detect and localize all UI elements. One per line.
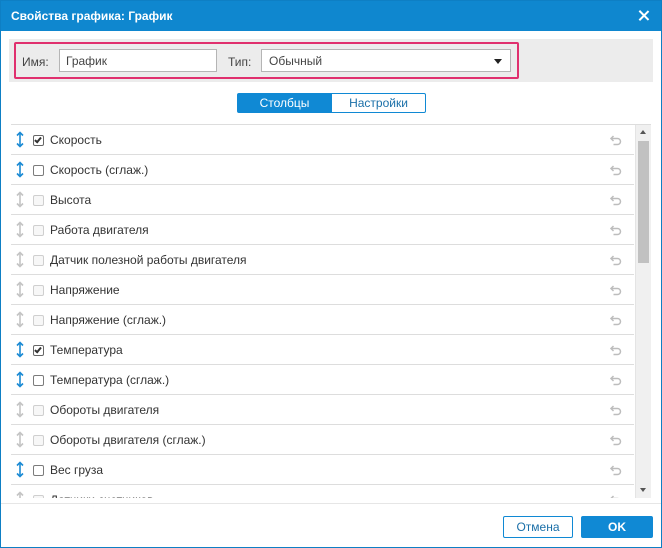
column-label: Скорость	[50, 133, 102, 147]
drag-handle-icon[interactable]	[15, 221, 25, 238]
reset-icon[interactable]	[608, 465, 622, 476]
column-label: Датчик полезной работы двигателя	[50, 253, 247, 267]
reset-icon[interactable]	[608, 255, 622, 266]
check-mark-icon	[34, 135, 42, 144]
scroll-thumb[interactable]	[638, 141, 649, 263]
drag-handle-icon[interactable]	[15, 191, 25, 208]
chart-params-panel: Имя: Тип: Обычный	[9, 39, 653, 82]
drag-handle-icon[interactable]	[15, 341, 25, 358]
name-label: Имя:	[22, 55, 49, 69]
drag-handle-icon[interactable]	[15, 371, 25, 388]
drag-handle-icon[interactable]	[15, 161, 25, 178]
dialog-title: Свойства графика: График	[11, 9, 173, 23]
column-label: Температура	[50, 343, 123, 357]
column-row[interactable]: Обороты двигателя	[11, 395, 634, 425]
column-checkbox	[33, 315, 44, 326]
column-checkbox	[33, 405, 44, 416]
column-label: Работа двигателя	[50, 223, 149, 237]
ok-button[interactable]: OK	[581, 516, 653, 538]
column-row[interactable]: Высота	[11, 185, 634, 215]
column-row[interactable]: Датчик полезной работы двигателя	[11, 245, 634, 275]
column-row[interactable]: Скорость	[11, 125, 634, 155]
column-checkbox	[33, 195, 44, 206]
column-label: Вес груза	[50, 463, 104, 477]
scroll-down-icon[interactable]	[640, 488, 646, 492]
type-select-value: Обычный	[269, 54, 323, 68]
column-row[interactable]: Обороты двигателя (сглаж.)	[11, 425, 634, 455]
column-label: Обороты двигателя	[50, 403, 160, 417]
drag-handle-icon[interactable]	[15, 491, 25, 498]
column-row[interactable]: Датчики счетчиков	[11, 485, 634, 498]
column-checkbox	[33, 435, 44, 446]
reset-icon[interactable]	[608, 495, 622, 498]
reset-icon[interactable]	[608, 405, 622, 416]
reset-icon[interactable]	[608, 285, 622, 296]
reset-icon[interactable]	[608, 315, 622, 326]
reset-icon[interactable]	[608, 165, 622, 176]
tab-settings[interactable]: Настройки	[331, 93, 426, 113]
column-checkbox[interactable]	[33, 465, 44, 476]
tab-columns[interactable]: Столбцы	[237, 93, 332, 113]
column-label: Скорость (сглаж.)	[50, 163, 149, 177]
drag-handle-icon[interactable]	[15, 251, 25, 268]
caret-down-icon	[494, 59, 502, 64]
column-checkbox	[33, 255, 44, 266]
reset-icon[interactable]	[608, 435, 622, 446]
column-checkbox	[33, 225, 44, 236]
column-label: Напряжение	[50, 283, 120, 297]
drag-handle-icon[interactable]	[15, 461, 25, 478]
column-row[interactable]: Работа двигателя	[11, 215, 634, 245]
column-checkbox[interactable]	[33, 135, 44, 146]
column-row[interactable]: Напряжение (сглаж.)	[11, 305, 634, 335]
list-scrollbar[interactable]	[635, 125, 651, 498]
column-checkbox	[33, 495, 44, 498]
column-checkbox[interactable]	[33, 345, 44, 356]
dialog-titlebar: Свойства графика: График	[1, 1, 661, 31]
drag-handle-icon[interactable]	[15, 131, 25, 148]
scroll-up-icon[interactable]	[640, 130, 646, 134]
chart-properties-dialog: Свойства графика: График Имя: Тип: Обычн…	[0, 0, 662, 548]
name-input[interactable]	[59, 49, 217, 72]
close-icon[interactable]	[638, 10, 649, 21]
drag-handle-icon[interactable]	[15, 401, 25, 418]
column-label: Напряжение (сглаж.)	[50, 313, 167, 327]
column-checkbox[interactable]	[33, 375, 44, 386]
drag-handle-icon[interactable]	[15, 431, 25, 448]
check-mark-icon	[34, 345, 42, 354]
column-checkbox[interactable]	[33, 165, 44, 176]
drag-handle-icon[interactable]	[15, 281, 25, 298]
footer-divider	[1, 503, 661, 504]
column-row[interactable]: Вес груза	[11, 455, 634, 485]
reset-icon[interactable]	[608, 345, 622, 356]
type-select[interactable]: Обычный	[261, 49, 511, 72]
reset-icon[interactable]	[608, 195, 622, 206]
cancel-button[interactable]: Отмена	[503, 516, 573, 538]
column-label: Датчики счетчиков	[50, 493, 154, 498]
column-label: Температура (сглаж.)	[50, 373, 170, 387]
columns-list: Скорость Скорость (сглаж.) Высота Работа дв…	[11, 124, 651, 498]
column-checkbox	[33, 285, 44, 296]
column-row[interactable]: Температура	[11, 335, 634, 365]
column-label: Обороты двигателя (сглаж.)	[50, 433, 206, 447]
reset-icon[interactable]	[608, 375, 622, 386]
reset-icon[interactable]	[608, 135, 622, 146]
column-row[interactable]: Температура (сглаж.)	[11, 365, 634, 395]
column-label: Высота	[50, 193, 92, 207]
column-row[interactable]: Напряжение	[11, 275, 634, 305]
column-row[interactable]: Скорость (сглаж.)	[11, 155, 634, 185]
reset-icon[interactable]	[608, 225, 622, 236]
drag-handle-icon[interactable]	[15, 311, 25, 328]
type-label: Тип:	[228, 55, 252, 69]
